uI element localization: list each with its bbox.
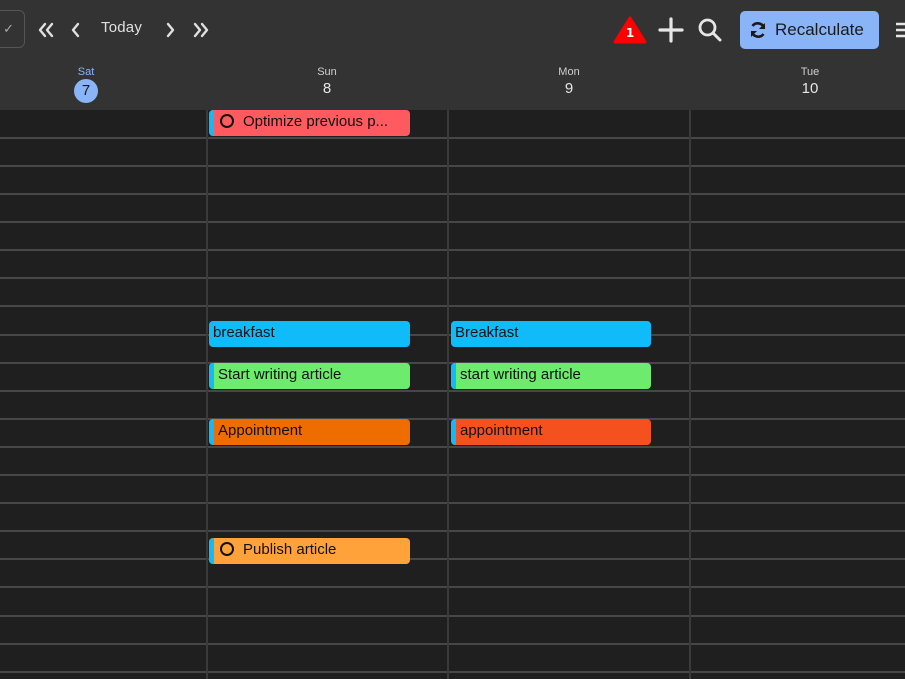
hour-gridline [0, 249, 905, 251]
recalculate-label: Recalculate [775, 20, 864, 39]
menu-button[interactable] [895, 21, 905, 39]
hour-gridline [0, 277, 905, 279]
previous-week-button[interactable] [36, 17, 56, 43]
day-header [0, 60, 905, 110]
hour-gridline [0, 305, 905, 307]
hour-gridline [0, 165, 905, 167]
day-header-sun[interactable]: Sun 8 [297, 66, 357, 97]
warnings-button[interactable]: 1 [613, 16, 647, 44]
search-button[interactable] [697, 17, 723, 43]
day-header-sat[interactable]: Sat 7 [56, 66, 116, 103]
chevron-left-icon [71, 22, 80, 38]
hour-gridline [0, 615, 905, 617]
select-button[interactable]: ✓ [0, 10, 25, 48]
event-accent-bar [451, 363, 456, 389]
event-title: Breakfast [455, 324, 519, 341]
event-title: start writing article [460, 366, 581, 383]
day-name: Mon [558, 66, 580, 78]
event-appointment-mon[interactable]: appointment [451, 419, 651, 445]
event-accent-bar [209, 538, 214, 564]
hour-gridline [0, 390, 905, 392]
event-title: appointment [460, 422, 543, 439]
event-title: breakfast [213, 324, 275, 341]
day-column-divider [206, 110, 208, 679]
hour-gridline [0, 671, 905, 673]
event-accent-bar [451, 419, 456, 445]
hour-gridline [0, 643, 905, 645]
event-accent-bar [209, 110, 214, 136]
day-header-mon[interactable]: Mon 9 [539, 66, 599, 97]
refresh-icon [750, 22, 766, 38]
day-column-divider [447, 110, 449, 679]
hour-gridline [0, 193, 905, 195]
double-chevron-right-icon [193, 22, 209, 38]
add-button[interactable] [657, 16, 685, 44]
event-appointment-sun[interactable]: Appointment [209, 419, 410, 445]
day-name: Tue [800, 66, 820, 78]
hour-gridline [0, 586, 905, 588]
next-button[interactable] [162, 17, 178, 43]
search-icon [698, 18, 722, 42]
double-chevron-left-icon [38, 22, 54, 38]
next-week-button[interactable] [191, 17, 211, 43]
event-title: Start writing article [218, 366, 342, 383]
task-circle-icon[interactable] [220, 114, 234, 128]
previous-button[interactable] [68, 17, 84, 43]
day-name: Sun [317, 66, 337, 78]
hour-gridline [0, 502, 905, 504]
today-button[interactable]: Today [101, 19, 142, 36]
event-accent-bar [209, 363, 214, 389]
chevron-right-icon [166, 22, 175, 38]
hour-gridline [0, 558, 905, 560]
hour-gridline [0, 530, 905, 532]
hamburger-menu-icon [896, 22, 905, 38]
event-optimize-previous[interactable]: Optimize previous p... [209, 110, 410, 136]
event-title: Appointment [218, 422, 303, 439]
event-publish-article[interactable]: Publish article [209, 538, 410, 564]
hour-gridline [0, 137, 905, 139]
day-number: 7 [74, 79, 98, 103]
hour-gridline [0, 446, 905, 448]
hour-gridline [0, 474, 905, 476]
plus-icon [658, 17, 684, 43]
event-start-writing-mon[interactable]: start writing article [451, 363, 651, 389]
day-number: 9 [564, 80, 574, 97]
event-breakfast-mon[interactable]: Breakfast [451, 321, 651, 347]
day-column-divider [689, 110, 691, 679]
day-number: 10 [801, 80, 819, 97]
warning-count: 1 [625, 26, 635, 40]
event-breakfast-sun[interactable]: breakfast [209, 321, 410, 347]
day-header-tue[interactable]: Tue 10 [780, 66, 840, 97]
recalculate-button[interactable]: Recalculate [740, 11, 879, 49]
calendar-grid[interactable] [0, 110, 905, 679]
day-name: Sat [77, 66, 95, 78]
event-accent-bar [209, 419, 214, 445]
toolbar: ✓ Today 1 Recalculate [0, 0, 905, 60]
day-number: 8 [322, 80, 332, 97]
hour-gridline [0, 221, 905, 223]
check-icon: ✓ [3, 21, 14, 37]
event-title: Optimize previous p... [243, 113, 389, 130]
task-circle-icon[interactable] [220, 542, 234, 556]
event-start-writing-sun[interactable]: Start writing article [209, 363, 410, 389]
event-title: Publish article [243, 541, 337, 558]
